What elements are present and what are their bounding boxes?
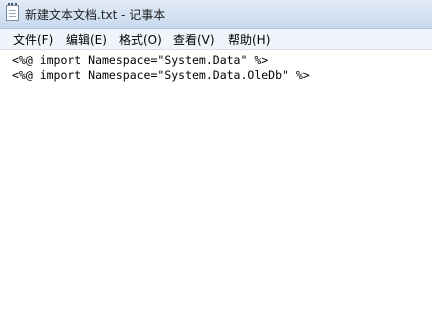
code-line: <%@ import Namespace="System.Data.OleDb"… bbox=[12, 68, 310, 82]
editor-content: <%@ import Namespace="System.Data" %> <%@… bbox=[12, 53, 310, 83]
menu-file[interactable]: 文件(F) bbox=[13, 31, 53, 48]
window-title: 新建文本文档.txt - 记事本 bbox=[25, 8, 166, 22]
menu-bar: 文件(F) 编辑(E) 格式(O) 查看(V) 帮助(H) bbox=[0, 29, 432, 50]
notepad-icon[interactable] bbox=[6, 3, 19, 21]
code-line: <%@ import Namespace="System.Data" %> bbox=[12, 53, 269, 67]
menu-format[interactable]: 格式(O) bbox=[119, 31, 162, 48]
menu-edit[interactable]: 编辑(E) bbox=[66, 31, 107, 48]
menu-help[interactable]: 帮助(H) bbox=[228, 31, 270, 48]
menu-view[interactable]: 查看(V) bbox=[173, 31, 215, 48]
text-editor-area[interactable]: <%@ import Namespace="System.Data" %> <%@… bbox=[0, 50, 432, 328]
title-bar[interactable]: 新建文本文档.txt - 记事本 bbox=[0, 0, 432, 29]
